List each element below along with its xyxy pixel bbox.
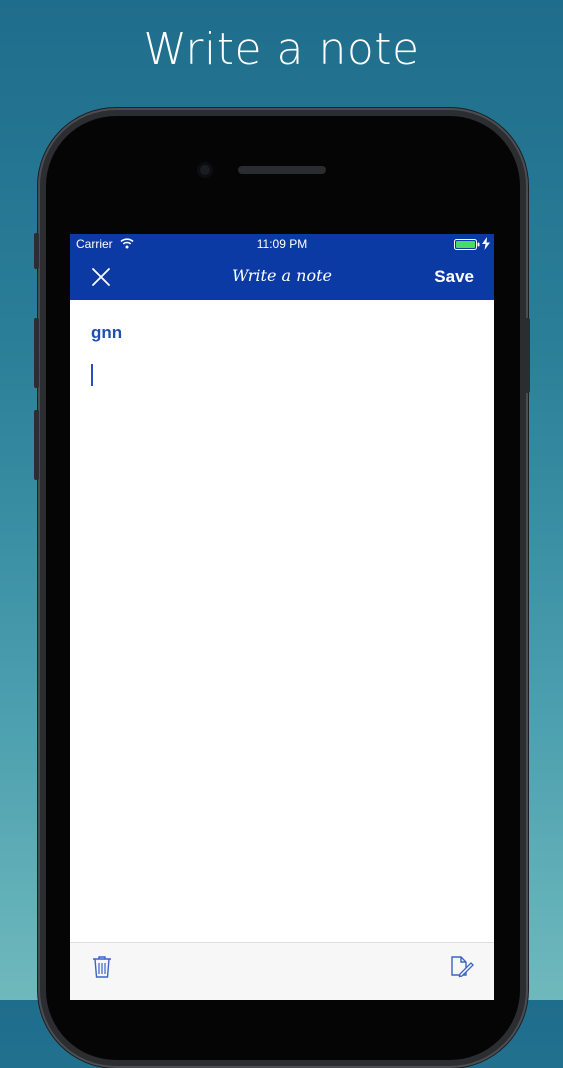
volume-up-button <box>34 318 39 388</box>
nav-title: Write a note <box>232 266 332 285</box>
phone-screen: Carrier 11:09 PM Write a note Save gnn <box>70 234 494 1000</box>
front-camera <box>197 162 213 178</box>
navigation-bar: Write a note Save <box>70 254 494 300</box>
note-body-field[interactable] <box>70 354 494 934</box>
earpiece-speaker <box>238 166 326 174</box>
bottom-toolbar <box>70 942 494 1000</box>
status-bar: Carrier 11:09 PM <box>70 234 494 254</box>
power-button <box>525 318 530 393</box>
trash-icon[interactable] <box>92 955 112 979</box>
volume-down-button <box>34 410 39 480</box>
save-button[interactable]: Save <box>434 267 474 287</box>
status-time: 11:09 PM <box>256 237 308 251</box>
battery-icon <box>454 239 480 250</box>
charging-bolt-icon <box>482 237 490 250</box>
note-title-field[interactable]: gnn <box>91 323 122 343</box>
compose-icon[interactable] <box>450 954 474 978</box>
promo-headline: Write a note <box>143 24 420 75</box>
mute-switch <box>34 233 39 269</box>
text-cursor <box>91 364 93 386</box>
